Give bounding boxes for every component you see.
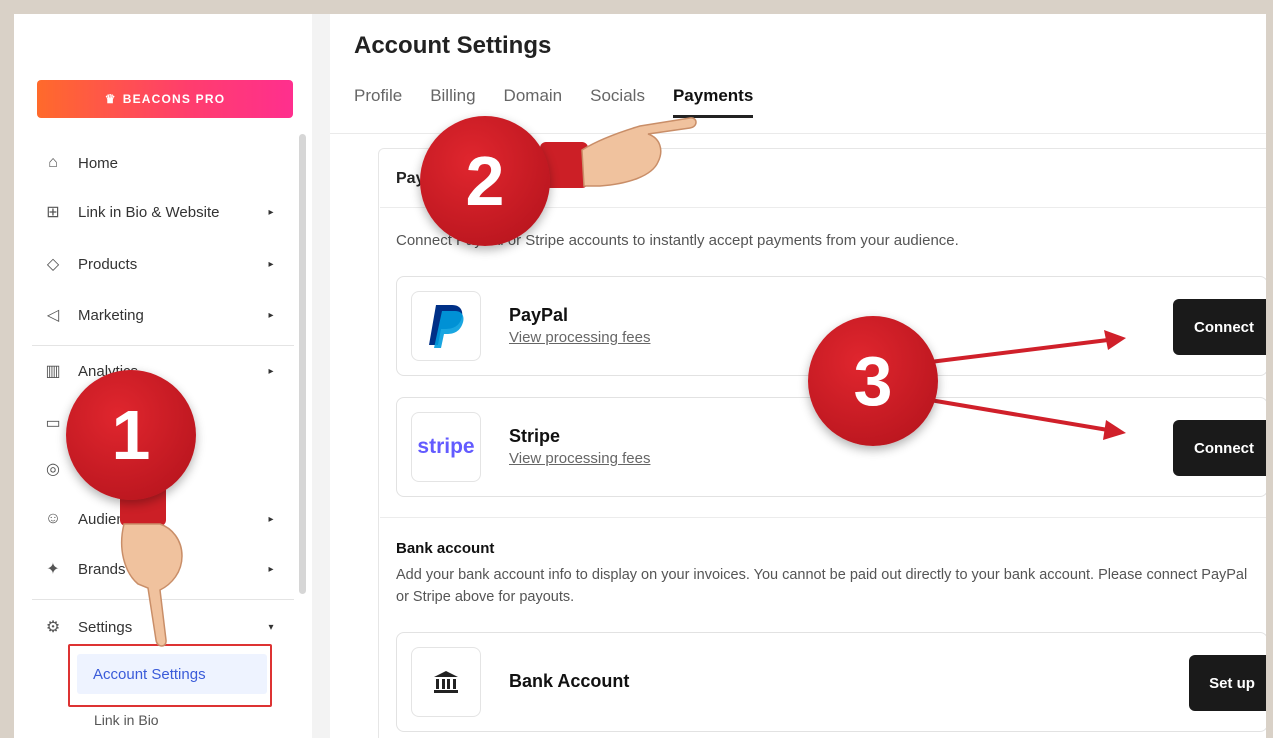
stripe-fees-link[interactable]: View processing fees	[509, 450, 650, 467]
sidebar: ♛ BEACONS PRO ⌂ Home ⊞ Link in Bio & Web…	[14, 14, 312, 738]
tab-socials[interactable]: Socials	[590, 86, 645, 106]
chevron-right-icon: ▸	[268, 513, 274, 525]
stripe-name: Stripe	[509, 426, 561, 446]
tab-domain[interactable]: Domain	[504, 86, 563, 106]
stripe-logo: stripe	[411, 412, 481, 482]
bank-setup-button[interactable]: Set up	[1189, 655, 1266, 711]
sidebar-item-products[interactable]: ◇ Products ▸	[42, 249, 277, 279]
sidebar-item-audience[interactable]: ☺ Audience ▸	[42, 504, 277, 534]
paypal-name: PayPal	[509, 305, 569, 325]
tag-icon: ◇	[46, 256, 60, 273]
chevron-right-icon: ▸	[268, 365, 274, 377]
sidebar-item-settings[interactable]: ⚙ Settings ▾	[42, 612, 277, 642]
page-title: Account Settings	[354, 32, 552, 59]
bank-account-heading: Bank account	[396, 540, 495, 557]
tab-profile[interactable]: Profile	[354, 86, 402, 106]
annotation-badge-step-1: 1	[66, 370, 196, 500]
paypal-connect-button[interactable]: Connect	[1173, 299, 1266, 355]
beacons-pro-button[interactable]: ♛ BEACONS PRO	[37, 80, 293, 118]
paypal-logo	[411, 291, 481, 361]
sidebar-item-link-in-bio[interactable]: ⊞ Link in Bio & Website ▸	[42, 197, 277, 227]
gear-icon: ⚙	[45, 619, 61, 636]
annotation-badge-step-2: 2	[420, 116, 550, 246]
grid-plus-icon: ⊞	[46, 204, 60, 221]
settings-tabs: Profile Billing Domain Socials Payments	[354, 86, 754, 118]
app-frame: ♛ BEACONS PRO ⌂ Home ⊞ Link in Bio & Web…	[14, 14, 1266, 738]
bank-account-card: Bank Account Set up	[396, 632, 1266, 732]
chevron-right-icon: ▸	[268, 206, 274, 218]
bank-logo	[411, 647, 481, 717]
sidebar-item-brands[interactable]: ✦ Brands ▸	[42, 554, 277, 584]
sidebar-divider	[32, 345, 294, 346]
stripe-connect-button[interactable]: Connect	[1173, 420, 1266, 476]
tab-billing[interactable]: Billing	[430, 86, 475, 106]
users-icon: ☺	[44, 510, 62, 527]
chevron-down-icon: ▾	[268, 621, 274, 633]
annotation-highlight-box	[68, 644, 272, 707]
bank-account-description: Add your bank account info to display on…	[396, 567, 1248, 605]
home-icon: ⌂	[48, 154, 58, 171]
sidebar-item-home[interactable]: ⌂ Home	[42, 148, 277, 178]
chevron-right-icon: ▸	[268, 309, 274, 321]
chevron-right-icon: ▸	[268, 563, 274, 575]
paypal-fees-link[interactable]: View processing fees	[509, 329, 650, 346]
section-divider	[380, 517, 1266, 518]
sidebar-subitem-link-in-bio[interactable]: Link in Bio	[94, 712, 159, 728]
bank-icon	[434, 671, 458, 693]
annotation-badge-step-3: 3	[808, 316, 938, 446]
megaphone-icon: ◁	[46, 307, 60, 324]
beacons-pro-label: BEACONS PRO	[122, 92, 226, 106]
sidebar-gutter	[312, 14, 330, 738]
tab-payments[interactable]: Payments	[672, 86, 754, 118]
inbox-icon: ▭	[45, 415, 61, 432]
bar-chart-icon: ▥	[45, 363, 61, 380]
bank-account-name: Bank Account	[509, 671, 630, 691]
chevron-right-icon: ▸	[268, 258, 274, 270]
crown-icon: ♛	[104, 92, 117, 106]
sidebar-divider	[32, 599, 294, 600]
handshake-icon: ✦	[46, 561, 60, 578]
sidebar-item-marketing[interactable]: ◁ Marketing ▸	[42, 300, 277, 330]
coins-icon: ◎	[46, 461, 60, 478]
sidebar-scrollbar[interactable]	[299, 134, 306, 594]
paypal-icon	[429, 305, 464, 348]
